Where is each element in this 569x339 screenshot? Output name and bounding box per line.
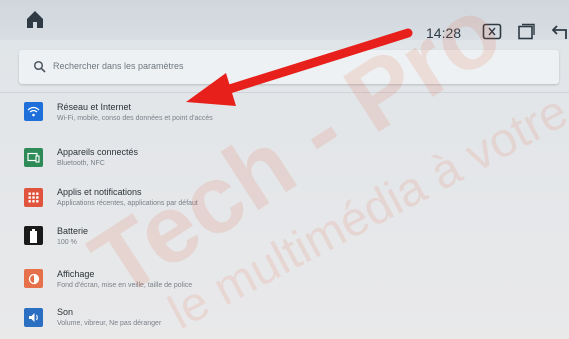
search-placeholder: Rechercher dans les paramètres [53,61,184,71]
settings-item-title: Appareils connectés [57,147,139,157]
settings-item-title: Réseau et Internet [57,102,132,112]
settings-item-sound[interactable]: Son Volume, vibreur, Ne pas déranger [0,303,569,339]
settings-item-title: Batterie [57,226,89,236]
search-icon [33,60,47,74]
settings-item-subtitle: Fond d'écran, mise en veille, taille de … [57,282,193,289]
settings-item-title: Applis et notifications [57,187,142,197]
settings-item-subtitle: Wi-Fi, mobile, conso des données et poin… [57,115,213,122]
settings-item-network[interactable]: Réseau et Internet Wi-Fi, mobile, conso … [0,96,569,136]
settings-item-title: Affichage [57,269,95,279]
wifi-icon [24,102,43,121]
back-icon[interactable] [550,23,569,40]
apps-icon [24,188,43,207]
settings-item-apps[interactable]: Applis et notifications Applications réc… [0,182,569,222]
display-icon [24,269,43,288]
divider [0,92,569,93]
settings-item-subtitle: Volume, vibreur, Ne pas déranger [57,320,162,327]
settings-item-subtitle: Bluetooth, NFC [57,160,105,167]
clock: 14:28 [426,25,462,41]
settings-item-subtitle: 100 % [57,239,77,246]
status-bar: 14:28 [0,0,569,41]
android-settings-screen: 14:28 Rechercher dans les paramètres Rés… [0,0,569,339]
sound-icon [24,308,43,327]
settings-item-subtitle: Applications récentes, applications par … [57,200,198,207]
screenshot-icon[interactable] [482,23,502,40]
settings-search-bar[interactable]: Rechercher dans les paramètres [19,50,559,84]
devices-icon [24,148,43,167]
home-icon[interactable] [24,8,46,30]
settings-item-display[interactable]: Affichage Fond d'écran, mise en veille, … [0,264,569,304]
recent-apps-icon[interactable] [516,23,536,40]
settings-item-connected-devices[interactable]: Appareils connectés Bluetooth, NFC [0,141,569,181]
settings-item-battery[interactable]: Batterie 100 % [0,222,569,262]
settings-item-title: Son [57,307,74,317]
battery-icon [24,226,43,245]
